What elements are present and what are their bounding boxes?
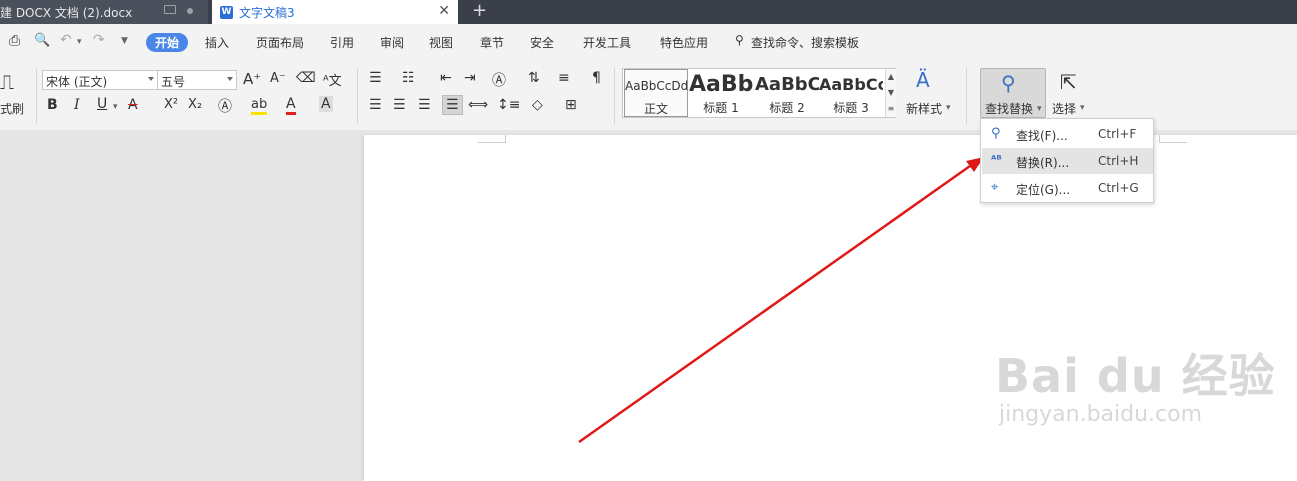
menu-item-goto[interactable]: ⌖ 定位(G)... Ctrl+G [982, 175, 1153, 201]
arrow-shaft [578, 164, 971, 444]
menu-item-shortcut: Ctrl+F [1098, 127, 1137, 141]
search-icon: ⚲ [991, 126, 1001, 141]
find-replace-dropdown: ⚲ 查找(F)... Ctrl+F ᴬᴮ 替换(R)... Ctrl+H ⌖ 定… [980, 118, 1154, 203]
replace-icon: ᴬᴮ [991, 153, 1002, 166]
menu-item-shortcut: Ctrl+H [1098, 154, 1139, 168]
menu-item-replace[interactable]: ᴬᴮ 替换(R)... Ctrl+H [982, 148, 1153, 174]
menu-item-label: 查找(F)... [1016, 129, 1068, 143]
locate-icon: ⌖ [991, 180, 999, 195]
annotation-arrow [578, 157, 984, 444]
menu-item-find[interactable]: ⚲ 查找(F)... Ctrl+F [982, 121, 1153, 147]
menu-item-shortcut: Ctrl+G [1098, 181, 1139, 195]
menu-item-label: 定位(G)... [1016, 183, 1071, 197]
menu-item-label: 替换(R)... [1016, 156, 1070, 170]
